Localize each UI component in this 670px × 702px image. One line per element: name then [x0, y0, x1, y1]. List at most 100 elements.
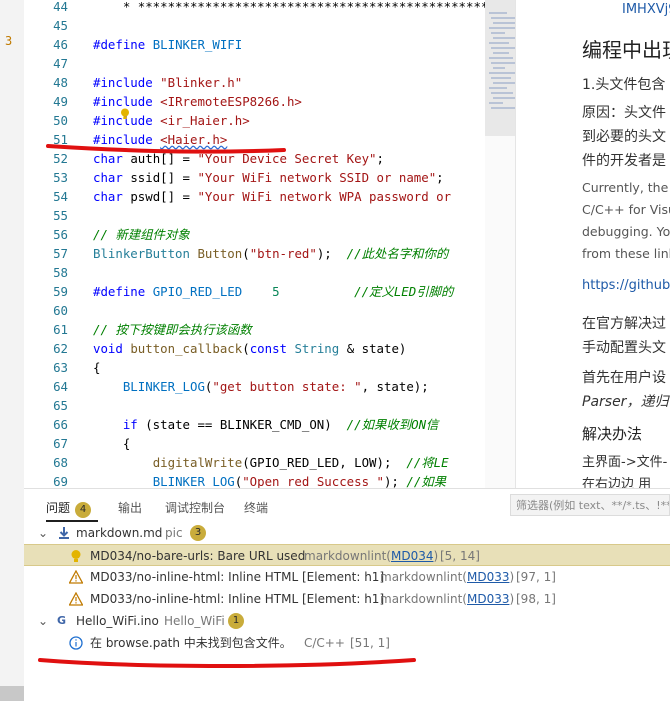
line-number: 67: [53, 436, 68, 451]
preview-text: 原因：头文件: [582, 105, 666, 121]
code-line[interactable]: 57 BlinkerButton Button("btn-red"); //此处名…: [24, 244, 515, 263]
minimap-line: [489, 42, 509, 44]
code-line[interactable]: 44 * ***********************************…: [24, 0, 515, 16]
line-number: 63: [53, 360, 68, 375]
code-line[interactable]: 61 // 按下按键即会执行该函数: [24, 320, 515, 339]
code-line[interactable]: 63 {: [24, 358, 515, 377]
minimap-line: [491, 17, 515, 19]
line-number: 64: [53, 379, 68, 394]
minimap-line: [493, 37, 515, 39]
line-number: 55: [53, 208, 68, 223]
minimap-line: [493, 67, 505, 69]
line-number: 52: [53, 151, 68, 166]
line-number: 45: [53, 18, 68, 33]
code-editor[interactable]: 44 * ***********************************…: [24, 0, 515, 488]
rule-link[interactable]: MD034: [391, 549, 434, 563]
tab-terminal[interactable]: 终端: [244, 499, 268, 516]
code-line[interactable]: 46 #define BLINKER_WIFI: [24, 35, 515, 54]
line-code: #define BLINKER_WIFI: [93, 37, 243, 52]
minimap-line: [489, 72, 515, 74]
code-line[interactable]: 53 char ssid[] = "Your WiFi network SSID …: [24, 168, 515, 187]
line-number: 48: [53, 75, 68, 90]
line-number: 58: [53, 265, 68, 280]
tab-debug-console[interactable]: 调试控制台: [165, 499, 225, 516]
code-line[interactable]: 62 void button_callback(const String & st…: [24, 339, 515, 358]
minimap-line: [493, 97, 515, 99]
problem-row[interactable]: MD033/no-inline-html: Inline HTML [Eleme…: [24, 566, 670, 588]
tab-output[interactable]: 输出: [118, 499, 142, 516]
tab-label: 问题: [46, 501, 71, 515]
problem-row[interactable]: MD034/no-bare-urls: Bare URL used markdo…: [24, 544, 670, 566]
group-folder: pic: [165, 526, 183, 540]
line-code: if (state == BLINKER_CMD_ON) //如果收到ON信: [122, 417, 439, 432]
minimap-line: [493, 82, 515, 84]
line-number: 50: [53, 113, 68, 128]
code-line[interactable]: 52 char auth[] = "Your Device Secret Key"…: [24, 149, 515, 168]
line-number: 61: [53, 322, 68, 337]
code-line[interactable]: 67 {: [24, 434, 515, 453]
tab-problems[interactable]: 问题 4: [46, 499, 92, 518]
activity-strip: [0, 0, 24, 701]
group-file-name: markdown.md: [76, 526, 163, 540]
rule-link[interactable]: MD033: [467, 592, 510, 606]
problem-row[interactable]: MD033/no-inline-html: Inline HTML [Eleme…: [24, 588, 670, 610]
line-code: // 按下按键即会执行该函数: [93, 322, 252, 337]
problem-row[interactable]: 在 browse.path 中未找到包含文件。 C/C++ [51, 1]: [24, 632, 670, 654]
code-line[interactable]: 65: [24, 396, 515, 415]
minimap-line: [489, 57, 513, 59]
minimap[interactable]: [485, 0, 515, 488]
problems-filter-input[interactable]: 筛选器(例如 text、**/*.ts、!**: [510, 494, 670, 516]
preview-heading: 编程中出现: [582, 38, 670, 62]
chevron-down-icon[interactable]: ⌄: [38, 610, 48, 632]
code-line[interactable]: 69 BLINKER_LOG("Open red Success "); //如…: [24, 472, 515, 488]
minimap-line: [489, 12, 507, 14]
code-line[interactable]: 49 #include <IRremoteESP8266.h>: [24, 92, 515, 111]
line-code: * **************************************…: [93, 0, 515, 14]
line-code: void button_callback(const String & stat…: [93, 341, 407, 356]
problem-group-markdown[interactable]: ⌄ markdown.md pic 3: [24, 522, 670, 544]
chevron-down-icon[interactable]: ⌄: [38, 522, 48, 544]
code-line[interactable]: 66 if (state == BLINKER_CMD_ON) //如果收到ON…: [24, 415, 515, 434]
code-line[interactable]: 50 #include <ir_Haier.h>: [24, 111, 515, 130]
line-number: 44: [53, 0, 68, 14]
preview-header-link[interactable]: IMHXVj9: [622, 2, 670, 17]
info-icon: [69, 636, 83, 650]
problem-group-hello-wifi[interactable]: ⌄ G Hello_WiFi.ino Hello_WiFi 1: [24, 610, 670, 632]
code-line[interactable]: 51 #include <Haier.h>: [24, 130, 515, 149]
minimap-line: [491, 92, 513, 94]
line-code: char ssid[] = "Your WiFi network SSID or…: [93, 170, 444, 185]
problem-position: [5, 14]: [440, 549, 480, 563]
preview-text: 手动配置头文: [582, 340, 666, 356]
preview-github-link[interactable]: https://github.: [582, 278, 670, 293]
problem-source: markdownlint(: [380, 570, 467, 584]
code-line[interactable]: 54 char pswd[] = "Your WiFi network WPA p…: [24, 187, 515, 206]
code-line[interactable]: 58: [24, 263, 515, 282]
preview-text: 首先在用户设: [582, 370, 666, 386]
code-line[interactable]: 60: [24, 301, 515, 320]
minimap-line: [491, 77, 511, 79]
preview-item-1: 1.头文件包含: [582, 77, 666, 93]
preview-quote: Currently, the V: [582, 180, 670, 195]
preview-text: 到必要的头文: [582, 129, 666, 145]
code-line[interactable]: 48 #include "Blinker.h": [24, 73, 515, 92]
problem-source-close: ): [509, 570, 515, 584]
problem-message: MD033/no-inline-html: Inline HTML [Eleme…: [90, 570, 385, 584]
code-line[interactable]: 45: [24, 16, 515, 35]
preview-quote: C/C++ for Visu: [582, 202, 670, 217]
line-code: {: [93, 360, 101, 375]
line-number: 57: [53, 246, 68, 261]
line-number: 53: [53, 170, 68, 185]
code-line[interactable]: 56 // 新建组件对象: [24, 225, 515, 244]
code-line[interactable]: 64 BLINKER_LOG("get button state: ", sta…: [24, 377, 515, 396]
line-code: #include <ir_Haier.h>: [93, 113, 250, 128]
lightbulb-icon[interactable]: [120, 108, 130, 120]
code-line[interactable]: 47: [24, 54, 515, 73]
minimap-line: [489, 27, 515, 29]
minimap-line: [489, 102, 503, 104]
code-line[interactable]: 68 digitalWrite(GPIO_RED_LED, LOW); //将L…: [24, 453, 515, 472]
code-line[interactable]: 55: [24, 206, 515, 225]
line-number: 66: [53, 417, 68, 432]
code-line[interactable]: 59 #define GPIO_RED_LED 5 //定义LED引脚的: [24, 282, 515, 301]
rule-link[interactable]: MD033: [467, 570, 510, 584]
line-code: char auth[] = "Your Device Secret Key";: [93, 151, 384, 166]
